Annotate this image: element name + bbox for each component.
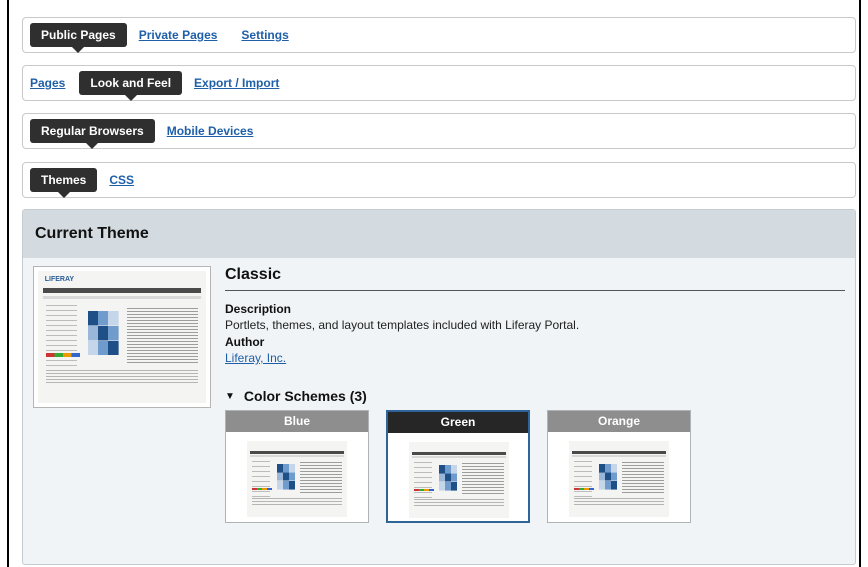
preview-footer-text (46, 370, 198, 384)
color-schemes-heading: Color Schemes (3) (243, 388, 367, 404)
preview-breadcrumb (43, 296, 201, 299)
tab-look-and-feel[interactable]: Look and Feel (79, 71, 183, 101)
tab-public-pages[interactable]: Public Pages (30, 23, 127, 53)
liferay-logo: LIFERAY (44, 276, 75, 284)
theme-name: Classic (225, 266, 845, 291)
tab-mobile-devices[interactable]: Mobile Devices (167, 124, 254, 138)
color-schemes-toggle[interactable]: ▼ Color Schemes (3) (225, 388, 845, 404)
tab-settings[interactable]: Settings (241, 28, 288, 42)
color-scheme-blue[interactable]: Blue (225, 410, 369, 523)
preview-sidebar (46, 305, 77, 372)
theme-details: Classic Description Portlets, themes, an… (225, 266, 845, 404)
tab-pages[interactable]: Pages (30, 76, 65, 90)
triangle-down-icon: ▼ (225, 390, 235, 402)
preview-text-block (127, 307, 198, 364)
preview-navbar (43, 288, 201, 294)
theme-preview-image: LIFERAY (38, 271, 206, 403)
description-label: Description (225, 302, 292, 316)
color-scheme-preview (569, 441, 669, 517)
description-text: Portlets, themes, and layout templates i… (225, 318, 580, 332)
color-scheme-list: Blue Green Orange (225, 410, 708, 523)
color-scheme-preview (247, 441, 347, 517)
preview-color-strip (46, 352, 80, 357)
tab-regular-browsers[interactable]: Regular Browsers (30, 119, 155, 149)
tabbar-device-type: Regular Browsers Mobile Devices (22, 113, 856, 149)
author-link[interactable]: Liferay, Inc. (225, 351, 286, 365)
tab-private-pages[interactable]: Private Pages (139, 28, 218, 42)
color-scheme-green[interactable]: Green (386, 410, 530, 523)
color-scheme-orange[interactable]: Orange (547, 410, 691, 523)
current-theme-panel: Current Theme LIFERAY Classic Descriptio… (22, 209, 856, 565)
frame-left-edge (7, 0, 9, 567)
tab-export-import[interactable]: Export / Import (194, 76, 279, 90)
tab-themes[interactable]: Themes (30, 168, 98, 198)
author-label: Author (225, 335, 265, 349)
tabbar-page-section: Pages Look and Feel Export / Import (22, 65, 856, 101)
tabbar-site-pages: Public Pages Private Pages Settings (22, 17, 856, 53)
current-theme-thumbnail: LIFERAY (33, 266, 211, 408)
preview-grid-graphic (88, 310, 119, 356)
color-scheme-title: Blue (226, 411, 368, 432)
color-scheme-preview (409, 442, 509, 518)
color-scheme-title: Orange (548, 411, 690, 432)
current-theme-header: Current Theme (23, 210, 855, 258)
tab-css[interactable]: CSS (109, 173, 134, 187)
color-scheme-title: Green (388, 412, 528, 433)
frame-right-edge (859, 0, 861, 567)
tabbar-theme-css: Themes CSS (22, 162, 856, 198)
